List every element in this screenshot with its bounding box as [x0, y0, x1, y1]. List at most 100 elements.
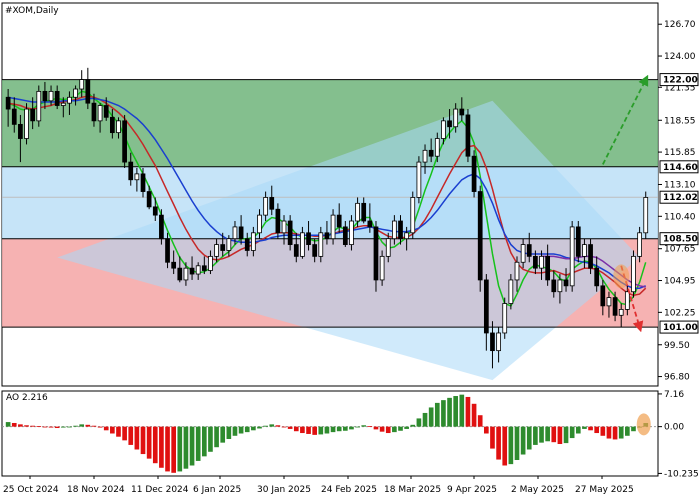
candle-body-up: [557, 279, 563, 293]
candle-body-up: [67, 96, 72, 104]
candle: [643, 191, 649, 239]
price-tick-label: 99.50: [664, 341, 690, 351]
ao-bar-down: [600, 426, 606, 436]
x-tick-label: 18 Mar 2025: [384, 485, 441, 495]
candle-body-up: [330, 214, 336, 240]
ao-bar-down: [24, 425, 29, 427]
ao-bar-down: [134, 426, 140, 450]
candle-body-down: [324, 232, 330, 240]
ao-bar-up: [582, 426, 587, 429]
candle-body-down: [30, 108, 36, 122]
chart-svg: 126.70124.00121.35118.55115.85113.10110.…: [0, 0, 700, 500]
ao-bar-up: [214, 426, 219, 448]
ao-bar-down: [385, 426, 391, 434]
ao-bar-up: [355, 426, 360, 428]
candle-body-up: [637, 232, 642, 257]
ao-bar-up: [257, 426, 262, 429]
candle-body-down: [11, 108, 17, 125]
candle-body-up: [97, 105, 103, 122]
price-tick-label: 126.70: [664, 20, 696, 30]
candle-body-down: [201, 265, 207, 271]
candle: [36, 85, 42, 127]
candle: [416, 156, 422, 204]
ao-bar-up: [263, 425, 268, 427]
candle-body-up: [416, 161, 422, 198]
candle-body-down: [128, 161, 134, 181]
ao-bar-down: [97, 426, 103, 428]
ao-bar-down: [110, 426, 115, 434]
candle: [575, 221, 581, 263]
ao-bar-up: [416, 418, 422, 427]
candle-body-down: [545, 255, 551, 281]
ao-bar-up: [569, 426, 575, 439]
ao-bar-up: [410, 424, 416, 427]
candle-body-down: [189, 267, 195, 275]
candle-body-down: [588, 244, 593, 269]
ao-bar-up: [520, 426, 526, 455]
ao-bar-up: [226, 426, 232, 439]
candle-body-down: [483, 279, 489, 334]
candle: [477, 185, 483, 292]
ao-bar-down: [477, 415, 483, 427]
candle-body-down: [612, 297, 618, 316]
ao-bar-up: [618, 426, 624, 439]
price-tick-label: 104.95: [664, 277, 696, 287]
candle-body-up: [624, 291, 630, 310]
candle-body-up: [508, 279, 514, 304]
candle-body-up: [539, 255, 544, 269]
ao-bar-up: [73, 425, 78, 427]
price-tick-label: 113.10: [664, 180, 696, 190]
level-label: 114.60: [663, 163, 698, 173]
candle-body-up: [60, 102, 66, 106]
candle-body-up: [116, 120, 121, 134]
price-tick-label: 110.40: [664, 212, 696, 222]
ao-tick-label: -10.235: [664, 469, 699, 479]
ao-bar-up: [342, 426, 348, 431]
candle-body-down: [171, 261, 177, 269]
ao-bar-up: [195, 426, 201, 461]
ao-bar-down: [30, 425, 35, 427]
candle-body-down: [220, 244, 226, 251]
candle: [410, 191, 416, 239]
candle-body-down: [287, 220, 293, 245]
ao-bar-down: [152, 426, 158, 464]
ao-bar-up: [220, 426, 226, 443]
ao-bar-down: [165, 426, 170, 472]
candle-body-up: [195, 265, 201, 275]
ao-bar-up: [428, 407, 434, 427]
ao-bar-down: [300, 426, 305, 434]
candle-body-down: [398, 220, 403, 240]
price-tick-label: 118.55: [664, 116, 696, 126]
ao-bar-up: [392, 426, 397, 433]
candle-body-up: [48, 90, 54, 102]
ao-bar-up: [447, 397, 452, 427]
candle-body-up: [355, 202, 360, 222]
candle-body-down: [342, 226, 348, 245]
ao-bar-down: [171, 426, 176, 473]
candle-body-up: [257, 214, 262, 234]
candle-body-up: [79, 79, 85, 90]
ao-bar-up: [514, 426, 520, 461]
ao-bar-up: [422, 412, 428, 427]
candle-body-down: [526, 244, 532, 257]
ao-bar-up: [177, 426, 183, 472]
x-tick-label: 27 May 2025: [575, 485, 634, 495]
candle-body-up: [410, 197, 416, 234]
ao-bar-down: [594, 426, 600, 434]
ao-bar-down: [496, 426, 501, 460]
ao-bar-down: [287, 426, 293, 429]
candle-body-up: [263, 197, 268, 216]
ao-bar-down: [85, 424, 91, 427]
ao-bar-down: [116, 426, 121, 437]
candle-body-down: [18, 123, 23, 139]
candle-body-down: [336, 214, 342, 228]
candle-body-down: [471, 155, 477, 192]
candle-body-up: [453, 108, 459, 128]
ao-bar-down: [312, 426, 318, 435]
candle-body-up: [392, 220, 397, 240]
x-tick-label: 6 Jan 2025: [193, 485, 241, 495]
candle-body-up: [36, 90, 42, 122]
candle-body-down: [165, 238, 170, 263]
ao-label: AO 2.216: [6, 393, 48, 403]
price-tick-label: 107.65: [664, 245, 696, 255]
